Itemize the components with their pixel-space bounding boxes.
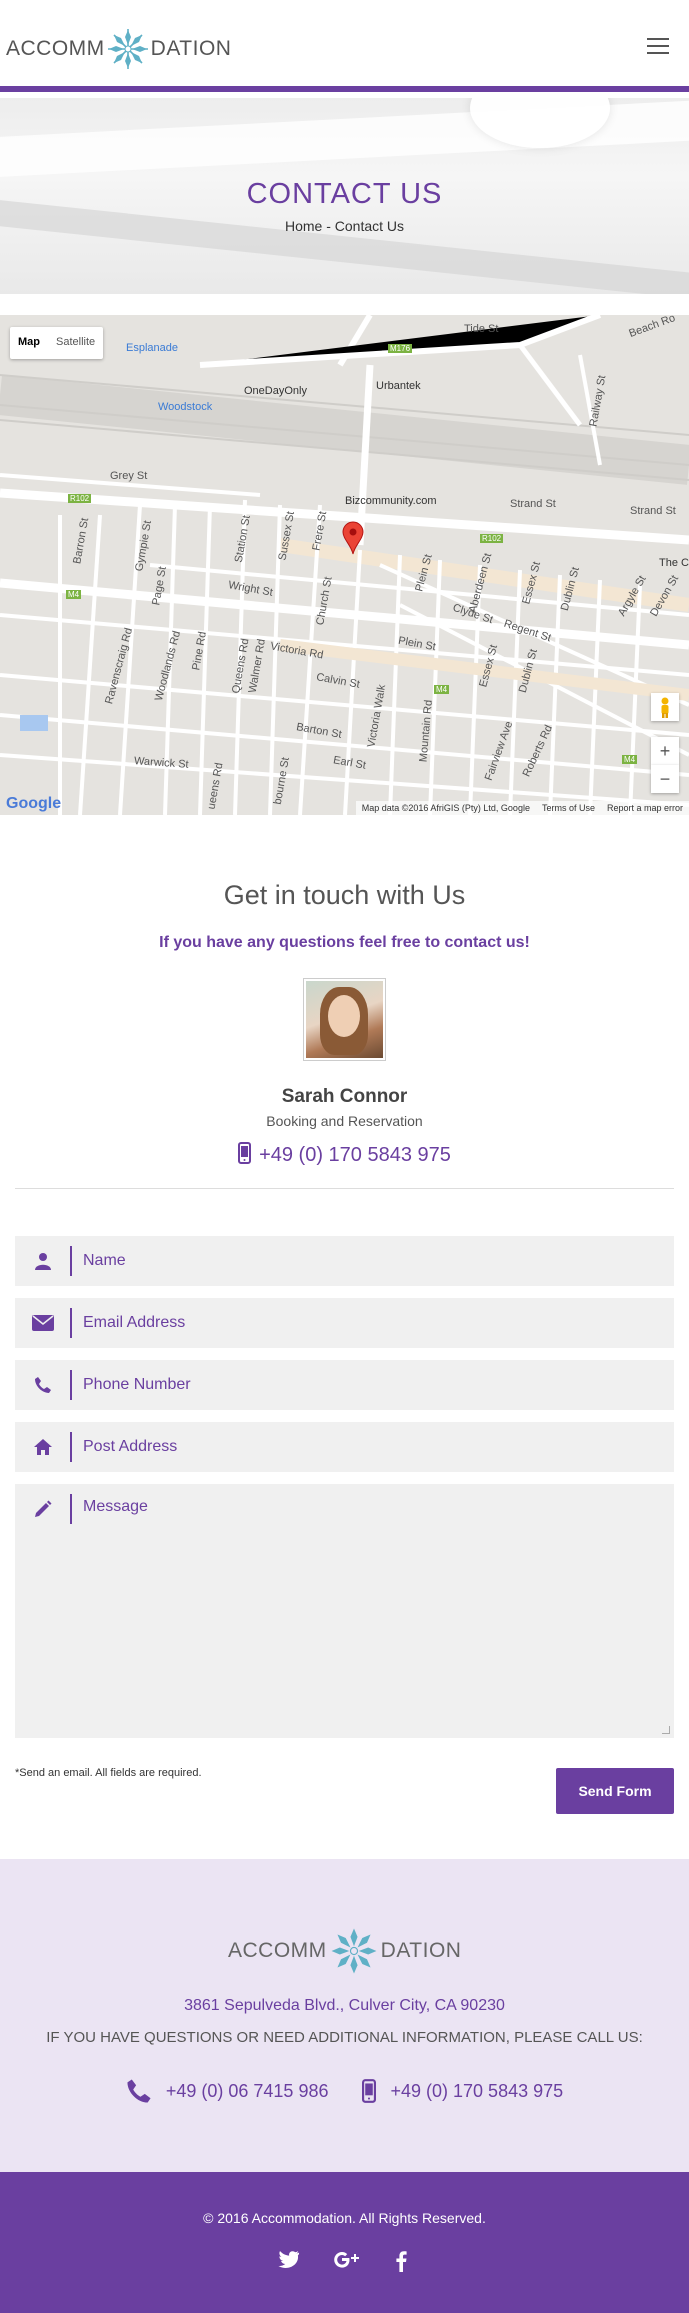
- footer-logo-text-left: ACCOMM: [228, 1939, 327, 1962]
- user-icon: [15, 1236, 71, 1286]
- phone-input[interactable]: [83, 1360, 663, 1410]
- map-terms-link[interactable]: Terms of Use: [542, 803, 595, 813]
- phone-icon: [15, 1360, 71, 1410]
- map-route-badge: M4: [66, 590, 82, 599]
- form-note: *Send an email. All fields are required.: [15, 1767, 202, 1779]
- facebook-icon[interactable]: [390, 2250, 412, 2272]
- map-street-label: Strand St: [510, 498, 556, 510]
- logo-flower-icon: [107, 29, 148, 69]
- send-form-button[interactable]: Send Form: [556, 1768, 674, 1814]
- section-divider: [15, 1188, 674, 1189]
- google-plus-icon[interactable]: [333, 2250, 359, 2272]
- site-logo[interactable]: ACCOMM DATION: [6, 26, 231, 72]
- email-input[interactable]: [83, 1298, 663, 1348]
- contact-section-title: Get in touch with Us: [223, 880, 466, 910]
- hamburger-bar: [647, 45, 669, 47]
- map-station-label: Woodstock: [158, 401, 213, 413]
- footer-phones: +49 (0) 06 7415 986 +49 (0) 170 5843 975: [0, 2078, 689, 2104]
- footer-bottom-bar: [0, 2172, 689, 2313]
- logo-flower-icon: [331, 1928, 377, 1974]
- map-route-badge: M176: [388, 344, 413, 353]
- hamburger-bar: [647, 38, 669, 40]
- contact-avatar: [303, 978, 386, 1061]
- footer-question: IF YOU HAVE QUESTIONS OR NEED ADDITIONAL…: [46, 2029, 643, 2046]
- map-street-label: Strand St: [630, 505, 676, 517]
- address-field-wrapper: [15, 1422, 674, 1472]
- map-type-toggle: Map Satellite: [10, 327, 104, 359]
- breadcrumb: Home - Contact Us: [0, 218, 689, 234]
- footer-mobile-number: +49 (0) 170 5843 975: [390, 2080, 564, 2101]
- phone-icon: [127, 2079, 151, 2103]
- map-station-label: Esplanade: [126, 342, 178, 354]
- map-roads: [0, 315, 689, 815]
- footer-mobile[interactable]: +49 (0) 170 5843 975: [362, 2078, 563, 2104]
- home-icon: [15, 1422, 71, 1472]
- map-poi-label: Bizcommunity.com: [345, 495, 437, 507]
- mobile-phone-icon: [362, 2079, 377, 2103]
- page-title: CONTACT US: [246, 178, 443, 210]
- map-poi-label: OneDayOnly: [244, 385, 307, 397]
- message-textarea[interactable]: [83, 1498, 663, 1728]
- mobile-phone-icon: [238, 1142, 252, 1164]
- map-attribution: Map data ©2016 AfriGIS (Pty) Ltd, Google…: [355, 801, 689, 815]
- message-field-wrapper: [15, 1484, 674, 1738]
- zoom-in-button[interactable]: +: [651, 737, 679, 765]
- map-type-satellite-button[interactable]: Satellite: [48, 327, 103, 359]
- copyright-text: © 2016 Accommodation. All Rights Reserve…: [203, 2210, 486, 2226]
- address-input[interactable]: [83, 1422, 663, 1472]
- name-field-wrapper: [15, 1236, 674, 1286]
- hamburger-bar: [647, 52, 669, 54]
- breadcrumb-current: Contact Us: [334, 218, 405, 234]
- map-data-credit: Map data ©2016 AfriGIS (Pty) Ltd, Google: [361, 803, 530, 813]
- map-marker-icon[interactable]: [342, 521, 364, 555]
- breadcrumb-home-link[interactable]: Home: [285, 218, 322, 234]
- footer-logo-text-right: DATION: [380, 1939, 462, 1962]
- contact-section-subtitle: If you have any questions feel free to c…: [159, 934, 530, 951]
- name-input[interactable]: [83, 1236, 663, 1286]
- phone-field-wrapper: [15, 1360, 674, 1410]
- contact-person-phone[interactable]: +49 (0) 170 5843 975: [0, 1142, 689, 1167]
- street-view-pegman-icon[interactable]: [651, 693, 679, 721]
- map-route-badge: M4: [434, 685, 450, 694]
- map-street-label: Grey St: [110, 470, 148, 482]
- envelope-icon: [15, 1298, 71, 1348]
- map-route-badge: M4: [622, 755, 638, 764]
- map-type-map-button[interactable]: Map: [10, 327, 48, 359]
- map-poi-label: Urbantek: [376, 380, 421, 392]
- map-report-error-link[interactable]: Report a map error: [607, 803, 683, 813]
- google-logo: Google: [6, 795, 62, 812]
- breadcrumb-separator: -: [322, 218, 335, 234]
- pencil-icon: [15, 1484, 71, 1534]
- footer-landline[interactable]: +49 (0) 06 7415 986: [126, 2078, 329, 2104]
- email-field-wrapper: [15, 1298, 674, 1348]
- zoom-out-button[interactable]: −: [651, 765, 679, 793]
- social-links: [0, 2250, 689, 2272]
- footer-address: 3861 Sepulveda Blvd., Culver City, CA 90…: [184, 1997, 505, 2014]
- map-street-label: Tide St: [464, 323, 499, 335]
- menu-toggle-button[interactable]: [647, 38, 669, 54]
- contact-person-name: Sarah Connor: [281, 1086, 408, 1107]
- twitter-icon[interactable]: [277, 2250, 300, 2272]
- logo-text-right: DATION: [150, 37, 232, 60]
- site-header: ACCOMM DATION: [0, 0, 689, 92]
- footer-logo[interactable]: ACCOMM DATION: [228, 1925, 461, 1977]
- map-poi-label: The C: [659, 557, 689, 569]
- footer-info-section: [0, 1859, 689, 2172]
- footer-landline-number: +49 (0) 06 7415 986: [165, 2080, 329, 2101]
- map-route-badge: R102: [68, 494, 92, 503]
- textarea-resize-handle[interactable]: [662, 1726, 670, 1734]
- location-map[interactable]: Tide St Beach Ro Esplanade M176 Urbantek…: [0, 315, 689, 815]
- contact-person-role: Booking and Reservation: [266, 1113, 423, 1129]
- contact-person-phone-number: +49 (0) 170 5843 975: [259, 1144, 451, 1166]
- map-route-badge: R102: [480, 534, 504, 543]
- logo-text-left: ACCOMM: [6, 37, 105, 60]
